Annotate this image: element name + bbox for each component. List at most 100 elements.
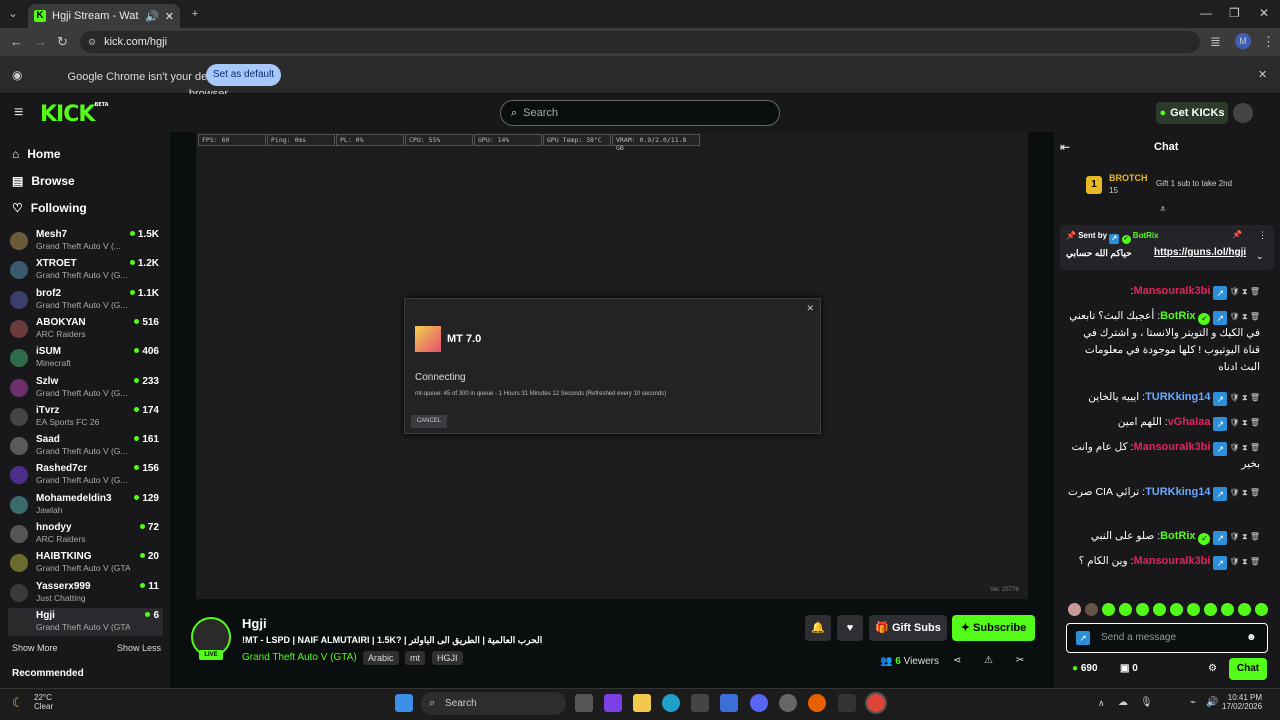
emote-icon[interactable] — [1068, 603, 1081, 616]
filter-icon[interactable]: ⩡ — [1160, 204, 1166, 215]
sidebar-channel[interactable]: Mesh7 Grand Theft Auto V (... 1.5K — [8, 227, 163, 255]
sidebar-channel[interactable]: Rashed7cr Grand Theft Auto V (G... 156 — [8, 461, 163, 489]
task-view-icon[interactable] — [575, 694, 593, 712]
sidebar-nav-home[interactable]: ⌂ Home — [12, 147, 61, 161]
chat-message-input[interactable]: Send a message — [1066, 623, 1268, 653]
tab-close-icon[interactable]: ✕ — [165, 10, 174, 23]
dialog-close-icon[interactable]: ✕ — [806, 303, 814, 314]
emote-icon[interactable] — [1119, 603, 1132, 616]
weather-widget[interactable]: ☾ 22°C Clear — [12, 693, 53, 711]
gift-prompt[interactable]: Gift 1 sub to take 2nd — [1156, 179, 1232, 188]
reload-icon[interactable]: ↻ — [57, 34, 68, 50]
copilot-icon[interactable] — [604, 694, 622, 712]
chat-username[interactable]: TURKking14 — [1145, 486, 1210, 498]
chat-username[interactable]: Mansouralk3bi — [1133, 441, 1210, 453]
new-tab-icon[interactable]: + — [186, 5, 204, 23]
pinned-link[interactable]: https://guns.lol/hgji — [1154, 247, 1246, 258]
mod-action-icons[interactable]: 🗑 ⧗ 🛡 — [1227, 557, 1260, 566]
chat-username[interactable]: vGhalaa — [1168, 416, 1211, 428]
tab-search-icon[interactable]: ⌄ — [4, 5, 22, 23]
sidebar-nav-browse[interactable]: ▤ Browse — [12, 174, 75, 188]
sidebar-channel[interactable]: hnodyy ARC Raiders 72 — [8, 520, 163, 548]
pinned-username[interactable]: BotRix — [1133, 231, 1159, 240]
app-icon[interactable] — [779, 694, 797, 712]
forward-icon[interactable]: → — [34, 34, 47, 49]
sidebar-channel[interactable]: Hgji Grand Theft Auto V (GTA) 6 — [8, 607, 163, 636]
store-icon[interactable] — [691, 694, 709, 712]
discord-icon[interactable] — [750, 694, 768, 712]
show-more-link[interactable]: Show More — [12, 643, 58, 653]
mod-action-icons[interactable]: 🗑 ⧗ 🛡 — [1227, 287, 1260, 296]
sidebar-nav-following[interactable]: ♡ Following — [12, 201, 87, 215]
follow-button[interactable]: ♥ — [837, 615, 863, 641]
chat-username[interactable]: BotRix — [1160, 530, 1195, 542]
chat-username[interactable]: TURKking14 — [1145, 391, 1210, 403]
mod-action-icons[interactable]: 🗑 ⧗ 🛡 — [1227, 393, 1260, 402]
report-icon[interactable]: ⚠ — [984, 655, 993, 666]
gift-subs-button[interactable]: 🎁 Gift Subs — [869, 615, 947, 641]
get-kicks-button[interactable]: ● Get KICKs — [1156, 102, 1228, 124]
mod-action-icons[interactable]: 🗑 ⧗ 🛡 — [1227, 312, 1260, 321]
network-icon[interactable]: ⌁ — [1190, 697, 1196, 708]
sidebar-channel[interactable]: ABOKYAN ARC Raiders 516 — [8, 315, 163, 343]
chat-settings-gear-icon[interactable]: ⚙ — [1208, 663, 1217, 674]
sidebar-channel[interactable]: iTvrz EA Sports FC 26 174 — [8, 403, 163, 431]
chrome-menu-icon[interactable]: ⋮ — [1262, 34, 1275, 50]
chat-username[interactable]: Mansouralk3bi — [1133, 555, 1210, 567]
chat-username[interactable]: Mansouralk3bi — [1133, 285, 1210, 297]
taskbar-clock[interactable]: 10:41 PM 17/02/2026 — [1222, 693, 1262, 711]
emote-icon[interactable] — [1238, 603, 1251, 616]
hamburger-menu-icon[interactable]: ≡ — [14, 104, 23, 122]
show-less-link[interactable]: Show Less — [117, 643, 161, 653]
emote-icon[interactable] — [1085, 603, 1098, 616]
streamer-name[interactable]: Hgji — [242, 616, 267, 631]
site-info-icon[interactable]: ⚙ — [88, 37, 96, 48]
tab-audio-icon[interactable]: 🔊 — [145, 10, 159, 23]
reading-list-icon[interactable]: ≣ — [1210, 34, 1221, 50]
mail-icon[interactable] — [720, 694, 738, 712]
tray-app-icon[interactable]: ☁ — [1118, 697, 1128, 708]
mod-action-icons[interactable]: 🗑 ⧗ 🛡 — [1227, 488, 1260, 497]
kick-logo[interactable]: KICKBETA — [40, 102, 109, 127]
chrome-icon[interactable] — [865, 692, 887, 714]
emote-icon[interactable] — [1136, 603, 1149, 616]
sidebar-channel[interactable]: Saad Grand Theft Auto V (G... 161 — [8, 432, 163, 460]
emote-icon[interactable] — [1187, 603, 1200, 616]
cancel-button[interactable]: CANCEL — [411, 415, 447, 428]
emote-icon[interactable] — [1204, 603, 1217, 616]
minimize-icon[interactable]: — — [1200, 6, 1212, 20]
mod-action-icons[interactable]: 🗑 ⧗ 🛡 — [1227, 418, 1260, 427]
sidebar-channel[interactable]: HAIBTKING Grand Theft Auto V (GTA) 20 — [8, 549, 163, 577]
windows-start-icon[interactable] — [395, 694, 413, 712]
collapse-chat-icon[interactable]: ⇤ — [1060, 140, 1070, 154]
chat-username[interactable]: BotRix — [1160, 310, 1195, 322]
stream-category[interactable]: Grand Theft Auto V (GTA) — [242, 652, 357, 663]
search-input[interactable]: ⌕ Search — [500, 100, 780, 126]
firefox-icon[interactable] — [808, 694, 826, 712]
emote-icon[interactable] — [1153, 603, 1166, 616]
microphone-icon[interactable]: 🎙 — [1140, 697, 1153, 708]
file-explorer-icon[interactable] — [633, 694, 651, 712]
browser-tab[interactable]: K Hgji Stream - Watch Live o 🔊 ✕ — [28, 4, 180, 28]
emote-icon[interactable] — [1170, 603, 1183, 616]
mod-action-icons[interactable]: 🗑 ⧗ 🛡 — [1227, 443, 1260, 452]
mod-action-icons[interactable]: 🗑 ⧗ 🛡 — [1227, 532, 1260, 541]
edge-icon[interactable] — [662, 694, 680, 712]
tag-arabic[interactable]: Arabic — [363, 651, 399, 665]
set-as-default-button[interactable]: Set as default — [206, 64, 281, 86]
emote-icon[interactable] — [1255, 603, 1268, 616]
maximize-icon[interactable]: ❐ — [1229, 6, 1240, 20]
window-close-icon[interactable]: ✕ — [1259, 6, 1269, 20]
tag-hgji[interactable]: HGJI — [432, 651, 463, 665]
gifts-balance[interactable]: ▣ 0 — [1120, 663, 1138, 674]
sidebar-channel[interactable]: Szlw Grand Theft Auto V (G... 233 — [8, 374, 163, 402]
tag-mt[interactable]: mt — [405, 651, 425, 665]
expand-chevron-icon[interactable]: ⌄ — [1256, 251, 1264, 262]
emoji-picker-icon[interactable]: ☻ — [1246, 632, 1257, 643]
kicks-balance[interactable]: ● 690 — [1072, 663, 1098, 674]
back-icon[interactable]: ← — [10, 34, 23, 49]
sidebar-channel[interactable]: brof2 Grand Theft Auto V (G... 1.1K — [8, 286, 163, 314]
app-icon[interactable] — [838, 694, 856, 712]
sidebar-channel[interactable]: Mohamedeldin3 Jawlah 129 — [8, 491, 163, 519]
emote-icon[interactable] — [1102, 603, 1115, 616]
